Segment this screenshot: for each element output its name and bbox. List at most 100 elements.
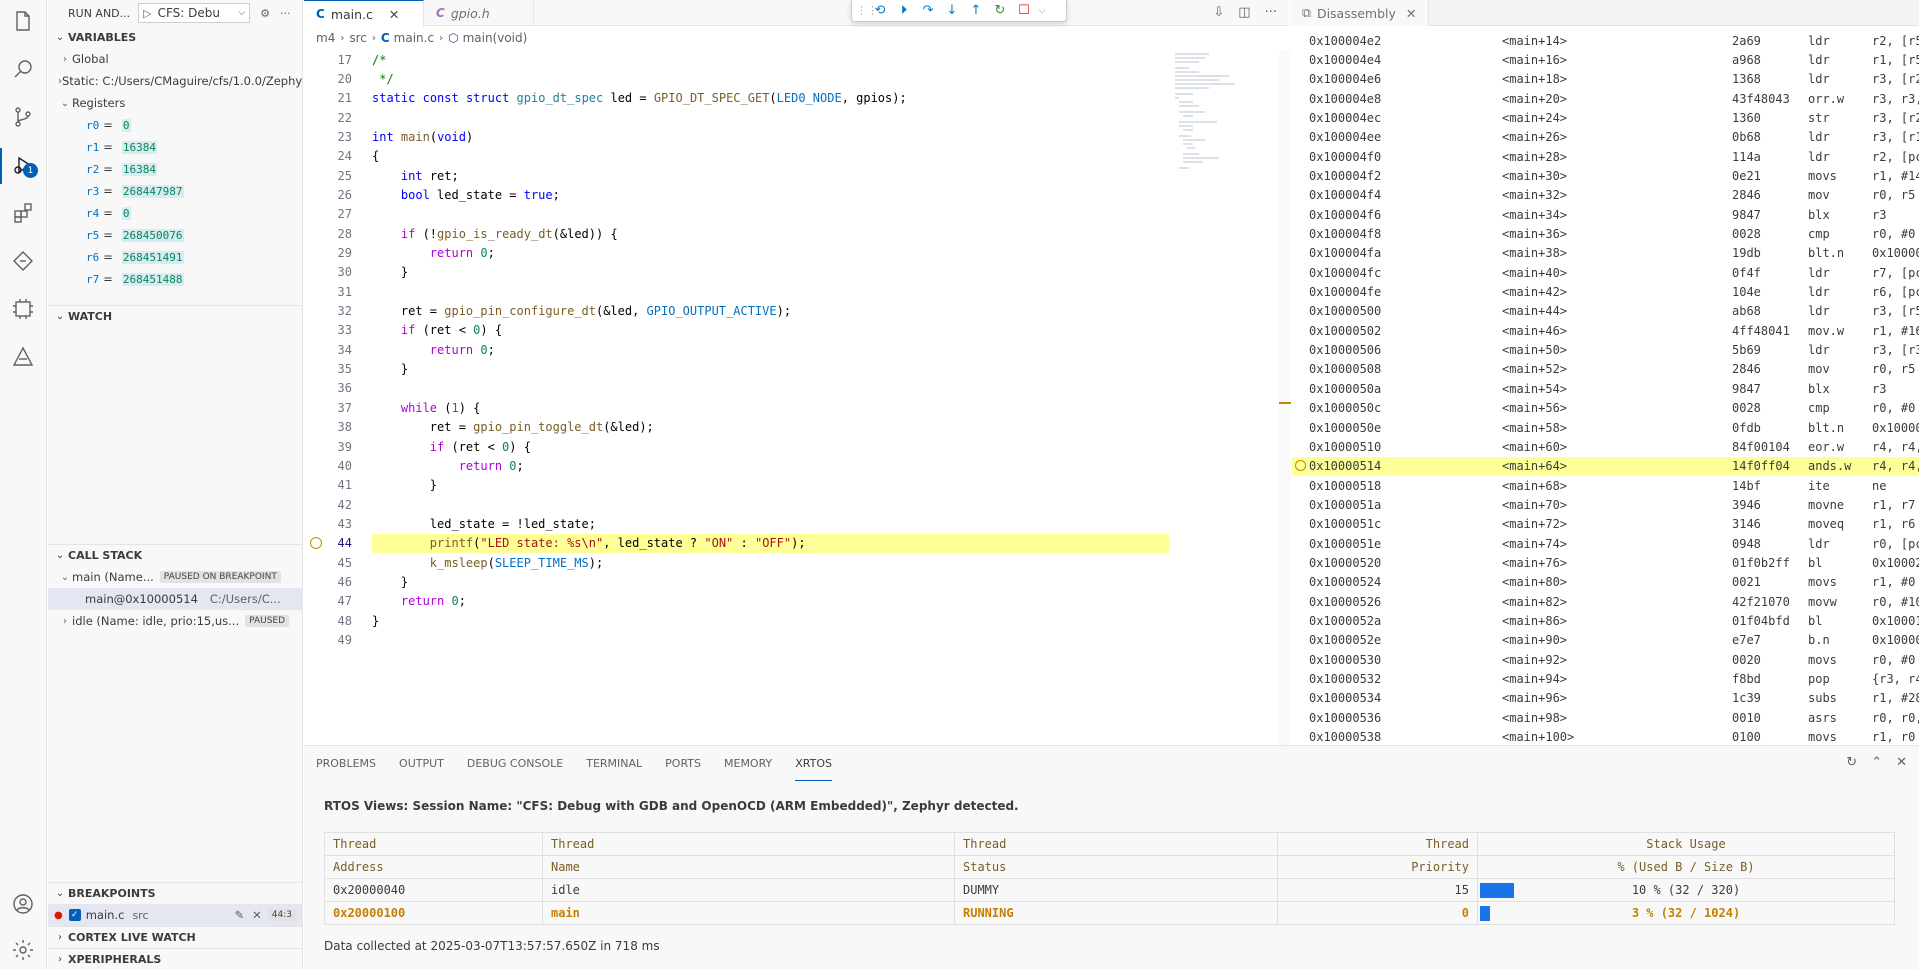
code-line[interactable]: 25 int ret; [304,166,1169,185]
account-icon[interactable] [8,889,38,919]
breakpoint-arrow-icon[interactable] [310,536,322,549]
disassembly-row[interactable]: 0x100004fc <main+40> 0f4f ldr r7, [pc [1292,263,1919,282]
call-stack-section-header[interactable]: ⌄ CALL STACK [48,544,302,566]
source-control-icon[interactable] [8,102,38,132]
disassembly-row[interactable]: 0x100004f0 <main+28> 114a ldr r2, [pc [1292,147,1919,166]
code-line[interactable]: 44 printf("LED state: %s\n", led_state ?… [304,533,1169,553]
code-line[interactable]: 45 k_msleep(SLEEP_TIME_MS); [304,553,1169,572]
disassembly-row[interactable]: 0x10000502 <main+46> 4ff48041 mov.w r1, #16 [1292,321,1919,340]
cfs-icon[interactable] [8,342,38,372]
disassembly-row[interactable]: 0x100004fe <main+42> 104e ldr r6, [pc [1292,283,1919,302]
disassembly-row[interactable]: 0x100004f6 <main+34> 9847 blx r3 [1292,205,1919,224]
disassembly-row[interactable]: 0x100004f2 <main+30> 0e21 movs r1, #14 [1292,166,1919,185]
disassembly-row[interactable]: 0x10000536 <main+98> 0010 asrs r0, r0, [1292,708,1919,727]
disassembly-row[interactable]: 0x1000050a <main+54> 9847 blx r3 [1292,379,1919,398]
disassembly-row[interactable]: 0x1000052a <main+86> 01f04bfd bl 0x100015 [1292,612,1919,631]
code-line[interactable]: 39 if (ret < 0) { [304,437,1169,456]
chevron-down-icon[interactable]: ⌵ [1036,1,1048,21]
breakpoint-checkbox[interactable]: ✓ [68,909,81,921]
step-over-icon[interactable]: ↷ [916,1,940,21]
disassembly-row[interactable]: 0x100004fa <main+38> 19db blt.n 0x100005 [1292,244,1919,263]
code-line[interactable]: 46 } [304,572,1169,591]
tab-terminal[interactable]: TERMINAL [586,746,642,781]
disassembly-row[interactable]: 0x100004e8 <main+20> 43f48043 orr.w r3, r3, [1292,89,1919,108]
restart-icon[interactable]: ↻ [988,1,1012,21]
close-icon[interactable]: ✕ [389,7,399,22]
split-editor-icon[interactable]: ◫ [1238,5,1250,20]
disassembly-row[interactable]: 0x100004ec <main+24> 1360 str r3, [r2 [1292,108,1919,127]
disassembly-row[interactable]: 0x10000514 <main+64> 14f0ff04 ands.w r4, r4, [1292,456,1919,476]
breadcrumb-item[interactable]: main.c [394,31,434,45]
code-line[interactable]: 42 [304,495,1169,514]
register-row[interactable]: r4 = 0 [48,202,302,224]
code-line[interactable]: 29 return 0; [304,244,1169,263]
call-stack-thread-idle[interactable]: › idle (Name: idle, prio:15,us... PAUSED [48,610,302,632]
register-row[interactable]: r3 = 268447987 [48,180,302,202]
run-debug-icon[interactable]: 1 [8,150,38,180]
disassembly-row[interactable]: 0x1000052e <main+90> e7e7 b.n 0x100005 [1292,631,1919,650]
code-line[interactable]: 17 /* [304,50,1169,69]
disassembly-row[interactable]: 0x1000051c <main+72> 3146 moveq r1, r6 [1292,515,1919,534]
tab-ports[interactable]: PORTS [665,746,701,781]
disassembly-view[interactable]: 0x100004e2 <main+14> 2a69 ldr r2, [r5 0x10000… [1292,31,1919,744]
tab-xrtos[interactable]: XRTOS [795,746,832,781]
more-actions-icon[interactable]: ··· [280,7,291,20]
search-icon[interactable] [8,54,38,84]
disassembly-row[interactable]: 0x1000051a <main+70> 3946 movne r1, r7 [1292,495,1919,514]
disassembly-row[interactable]: 0x100004e4 <main+16> a968 ldr r1, [r5 [1292,50,1919,69]
code-line[interactable]: 33 if (ret < 0) { [304,321,1169,340]
code-line[interactable]: 32 ret = gpio_pin_configure_dt(&led, GPI… [304,302,1169,321]
stop-icon[interactable]: ☐ [1012,1,1036,21]
breadcrumb-item[interactable]: src [349,31,367,45]
breakpoints-section-header[interactable]: ⌄ BREAKPOINTS [48,882,302,904]
tab-main-c[interactable]: C main.c ✕ [304,0,424,27]
disassembly-row[interactable]: 0x10000532 <main+94> f8bd pop {r3, r4 [1292,670,1919,689]
disassembly-row[interactable]: 0x10000538 <main+100> 0100 movs r1, r0 [1292,728,1919,744]
disassembly-row[interactable]: 0x10000518 <main+68> 14bf ite ne [1292,476,1919,495]
disassembly-row[interactable]: 0x100004ee <main+26> 0b68 ldr r3, [r1 [1292,128,1919,147]
code-line[interactable]: 26 bool led_state = true; [304,185,1169,204]
register-row[interactable]: r2 = 16384 [48,158,302,180]
disassembly-row[interactable]: 0x10000520 <main+76> 01f0b2ff bl 0x100024 [1292,553,1919,572]
step-out-icon[interactable]: ↑ [964,1,988,21]
tab-gpio-h[interactable]: C gpio.h [424,0,534,26]
remote-icon[interactable] [8,246,38,276]
code-line[interactable]: 49 [304,631,1169,650]
disassembly-row[interactable]: 0x100004f4 <main+32> 2846 mov r0, r5 [1292,186,1919,205]
breadcrumb-item[interactable]: main(void) [463,31,528,45]
settings-gear-icon[interactable] [8,935,38,965]
tab-debug-console[interactable]: DEBUG CONSOLE [467,746,563,781]
minimap[interactable] [1169,50,1279,745]
refresh-icon[interactable]: ↻ [1846,755,1857,770]
code-line[interactable]: 43 led_state = !led_state; [304,514,1169,533]
continue-icon[interactable]: ⏵ [892,1,916,21]
register-row[interactable]: r1 = 16384 [48,136,302,158]
code-line[interactable]: 31 [304,282,1169,301]
disassembly-row[interactable]: 0x1000050e <main+58> 0fdb blt.n 0x100005 [1292,418,1919,437]
editor-scrollbar[interactable] [1279,50,1291,745]
register-row[interactable]: r7 = 268451488 [48,268,302,290]
edit-icon[interactable]: ✎ [235,908,245,922]
code-line[interactable]: 38 ret = gpio_pin_toggle_dt(&led); [304,418,1169,437]
disassembly-row[interactable]: 0x10000508 <main+52> 2846 mov r0, r5 [1292,360,1919,379]
more-actions-icon[interactable]: ··· [1265,5,1277,20]
breadcrumb-item[interactable]: m4 [316,31,335,45]
disassembly-row[interactable]: 0x100004f8 <main+36> 0028 cmp r0, #0 [1292,225,1919,244]
code-line[interactable]: 36 [304,379,1169,398]
breakpoint-item[interactable]: ● ✓ main.c src ✎ ✕ 44:3 [48,904,302,926]
code-line[interactable]: 40 return 0; [304,456,1169,475]
open-changes-icon[interactable]: ⇩ [1213,5,1224,20]
extensions-icon[interactable] [8,198,38,228]
disassembly-row[interactable]: 0x10000510 <main+60> 84f00104 eor.w r4, r4, [1292,437,1919,456]
var-group-global[interactable]: › Global [48,48,302,70]
xperipherals-section-header[interactable]: › XPERIPHERALS [48,948,302,969]
code-line[interactable]: 47 return 0; [304,592,1169,611]
disassembly-row[interactable]: 0x1000051e <main+74> 0948 ldr r0, [pc [1292,534,1919,553]
maximize-panel-icon[interactable]: ⌃ [1871,755,1882,770]
code-line[interactable]: 48} [304,611,1169,630]
start-debugging-icon[interactable]: ▷ [143,7,151,20]
code-line[interactable]: 30 } [304,263,1169,282]
code-line[interactable]: 20 */ [304,69,1169,88]
disassembly-row[interactable]: 0x10000530 <main+92> 0020 movs r0, #0 [1292,650,1919,669]
code-line[interactable]: 22 [304,108,1169,127]
